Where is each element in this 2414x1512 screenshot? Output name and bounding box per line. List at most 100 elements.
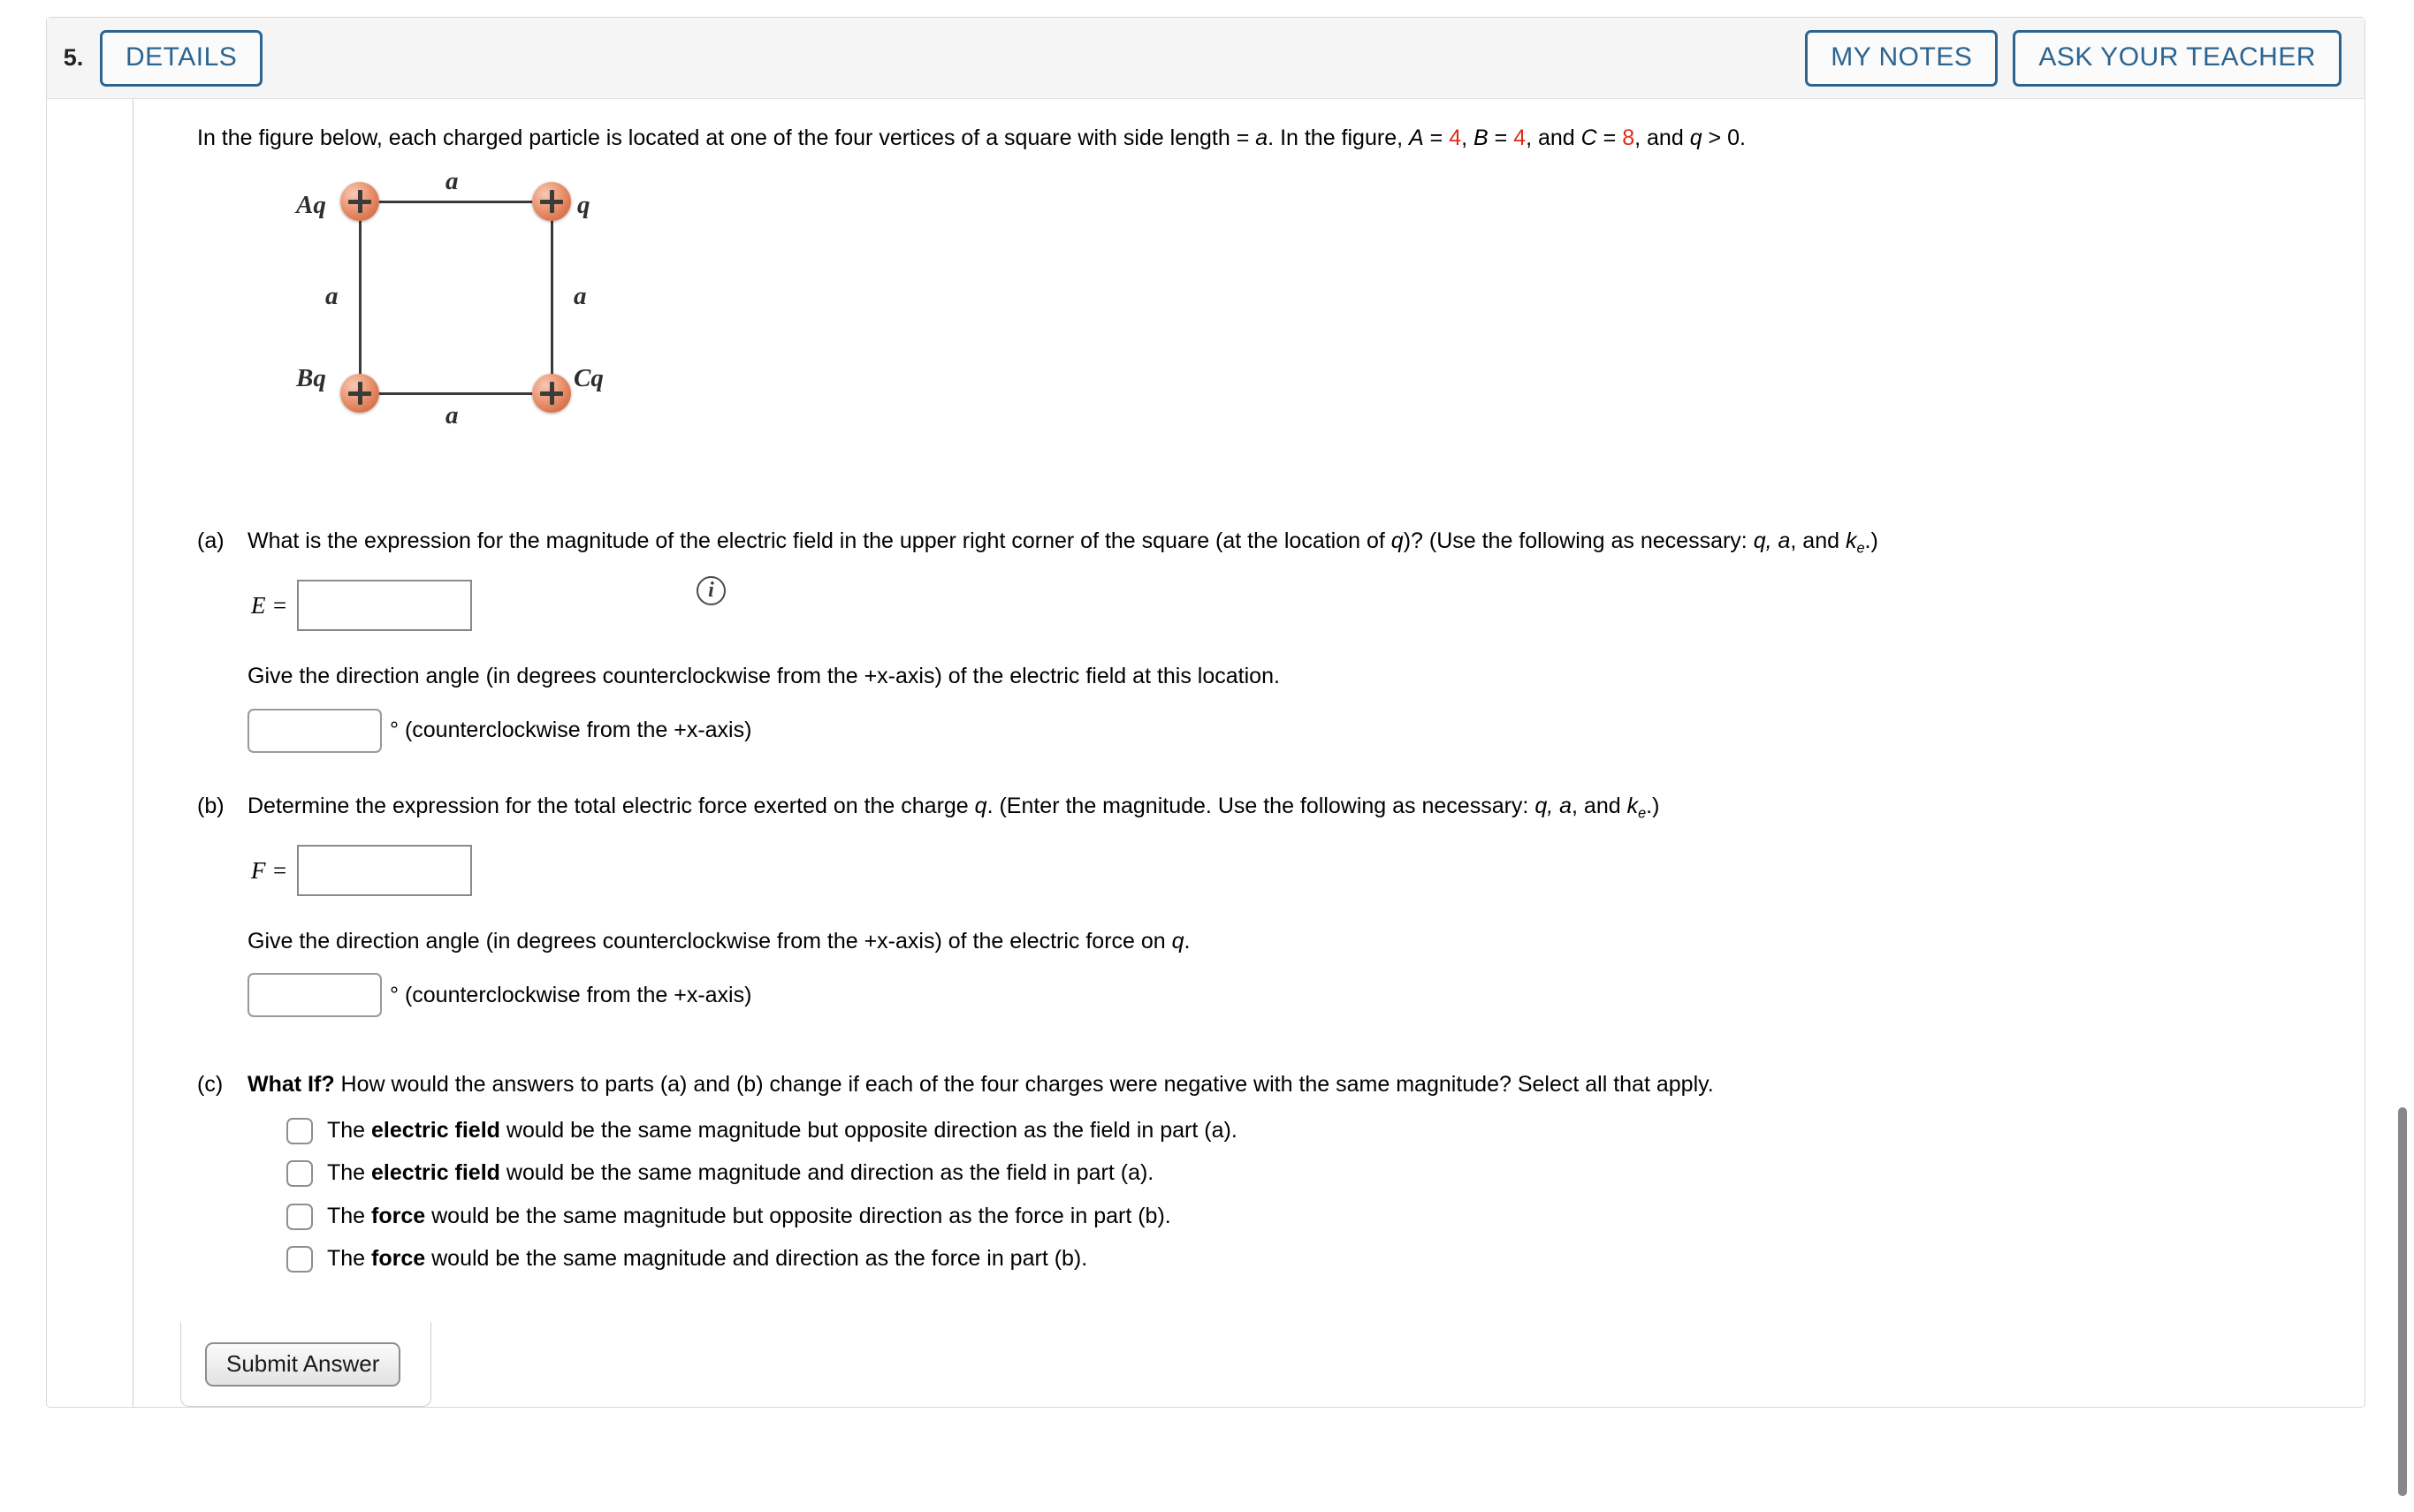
symbol-A: A (1409, 125, 1424, 150)
details-button[interactable]: DETAILS (100, 29, 263, 87)
electric-field-input[interactable] (297, 580, 472, 632)
part-a-prompt-1: What is the expression for the magnitude… (247, 528, 1391, 554)
part-b-answer-row: F = (247, 844, 2365, 896)
intro-a: a (1255, 125, 1268, 150)
value-C: 8 (1622, 125, 1635, 150)
option-label: The force would be the same magnitude bu… (327, 1200, 1171, 1234)
page-scrollbar-track[interactable] (2391, 0, 2414, 1512)
option-label: The electric field would be the same mag… (327, 1157, 1154, 1190)
question-card: 5. DETAILS MY NOTES ASK YOUR TEACHER In … (46, 17, 2365, 1408)
part-a-prompt-vars: q, a (1753, 528, 1791, 554)
part-c-prompt-text: How would the answers to parts (a) and (… (334, 1072, 1714, 1098)
square-edge-top (359, 201, 553, 204)
intro-tail-2: > 0. (1702, 125, 1746, 150)
charge-bottom-left (340, 374, 379, 414)
part-a-prompt-4: .) (1864, 528, 1878, 554)
charge-top-left (340, 182, 379, 222)
label-side-right: a (574, 282, 587, 311)
ask-your-teacher-button[interactable]: ASK YOUR TEACHER (2013, 29, 2342, 87)
part-a-prompt-q: q (1390, 528, 1404, 554)
square-charge-figure: Aq q Bq Cq a a a a (293, 167, 664, 470)
part-a-prompt-3: , and (1790, 528, 1846, 554)
question-header: 5. DETAILS MY NOTES ASK YOUR TEACHER (47, 18, 2365, 99)
value-A: 4 (1449, 125, 1462, 150)
label-side-top: a (445, 167, 459, 196)
electric-force-angle-input[interactable] (247, 973, 382, 1018)
part-b-prompt-k: k (1626, 793, 1639, 818)
part-b-prompt-vars: q, a (1534, 793, 1573, 818)
option-1-post: would be the same magnitude but opposite… (499, 1117, 1237, 1143)
intro-text-2: . In the figure, (1268, 125, 1409, 150)
option-row[interactable]: The electric field would be the same mag… (286, 1114, 2365, 1148)
eq-1: = (1423, 125, 1450, 150)
checkbox-option-1[interactable] (286, 1117, 313, 1144)
part-a-label: (a) (197, 528, 225, 554)
part-b-direction-prompt-2: . (1184, 928, 1191, 954)
part-c-options: The electric field would be the same mag… (247, 1114, 2365, 1276)
eq-2: = (1488, 125, 1514, 150)
intro-text-1: In the figure below, each charged partic… (197, 125, 1256, 150)
label-side-left: a (325, 282, 339, 311)
part-b-direction-prompt-1: Give the direction angle (in degrees cou… (247, 928, 1172, 954)
label-charge-Aq: Aq (296, 191, 326, 220)
part-b-angle-unit: ° (counterclockwise from the +x-axis) (390, 982, 752, 1007)
question-number: 5. (63, 44, 84, 71)
part-b-direction-prompt-q: q (1171, 928, 1184, 954)
option-1-pre: The (327, 1117, 372, 1143)
submit-area: Submit Answer (180, 1322, 431, 1407)
part-c-whatif: What If? (247, 1072, 335, 1098)
part-a-prompt-k: k (1845, 528, 1857, 554)
part-a: (a) What is the expression for the magni… (197, 525, 2365, 753)
option-2-pre: The (327, 1160, 372, 1186)
square-edge-left (359, 201, 362, 396)
option-row[interactable]: The force would be the same magnitude an… (286, 1242, 2365, 1276)
part-b-prompt-1: Determine the expression for the total e… (247, 793, 975, 818)
square-edge-right (551, 201, 553, 396)
part-b-prompt: Determine the expression for the total e… (247, 790, 2365, 824)
sep-1: , (1461, 125, 1474, 150)
page-scrollbar-thumb[interactable] (2398, 1107, 2407, 1496)
part-b-prompt-3: , and (1572, 793, 1627, 818)
part-b-prompt-2: . (Enter the magnitude. Use the followin… (986, 793, 1535, 818)
part-a-prompt: What is the expression for the magnitude… (247, 525, 2365, 559)
part-b-prompt-k-sub: e (1638, 805, 1647, 822)
option-3-post: would be the same magnitude but opposite… (425, 1203, 1171, 1228)
option-row[interactable]: The electric field would be the same mag… (286, 1157, 2365, 1190)
part-b: (b) Determine the expression for the tot… (197, 790, 2365, 1018)
sep-2: , and (1526, 125, 1581, 150)
option-3-bold: force (371, 1203, 426, 1228)
checkbox-option-3[interactable] (286, 1203, 313, 1230)
checkbox-option-2[interactable] (286, 1160, 313, 1188)
part-a-answer-row: E = (247, 580, 2365, 632)
label-side-bottom: a (445, 401, 459, 430)
option-4-post: would be the same magnitude and directio… (425, 1246, 1088, 1272)
part-b-answer-label: F = (251, 856, 288, 884)
option-row[interactable]: The force would be the same magnitude bu… (286, 1200, 2365, 1234)
charge-bottom-right (532, 374, 571, 414)
option-2-post: would be the same magnitude and directio… (499, 1160, 1154, 1186)
part-a-angle-row: ° (counterclockwise from the +x-axis) (247, 708, 2365, 753)
checkbox-option-4[interactable] (286, 1246, 313, 1273)
part-a-direction-prompt: Give the direction angle (in degrees cou… (247, 664, 1280, 689)
electric-force-input[interactable] (297, 844, 472, 896)
submit-answer-button[interactable]: Submit Answer (205, 1342, 401, 1387)
option-label: The electric field would be the same mag… (327, 1114, 1237, 1148)
label-charge-q: q (577, 191, 590, 220)
part-b-prompt-4: .) (1646, 793, 1660, 818)
option-4-pre: The (327, 1246, 372, 1272)
part-c-prompt: What If? How would the answers to parts … (247, 1068, 2365, 1102)
symbol-q: q (1689, 125, 1702, 150)
electric-field-angle-input[interactable] (247, 708, 382, 753)
part-b-prompt-q: q (974, 793, 987, 818)
eq-3: = (1596, 125, 1623, 150)
part-a-prompt-2: )? (Use the following as necessary: (1403, 528, 1754, 554)
part-c: (c) What If? How would the answers to pa… (197, 1068, 2365, 1286)
part-b-label: (b) (197, 793, 225, 818)
my-notes-button[interactable]: MY NOTES (1805, 29, 1999, 87)
part-b-direction-prompt: Give the direction angle (in degrees cou… (247, 925, 2365, 959)
symbol-B: B (1474, 125, 1489, 150)
info-icon[interactable]: i (697, 576, 726, 605)
option-label: The force would be the same magnitude an… (327, 1242, 1087, 1276)
problem-statement: In the figure below, each charged partic… (197, 122, 2365, 154)
question-body: In the figure below, each charged partic… (47, 99, 2365, 1407)
